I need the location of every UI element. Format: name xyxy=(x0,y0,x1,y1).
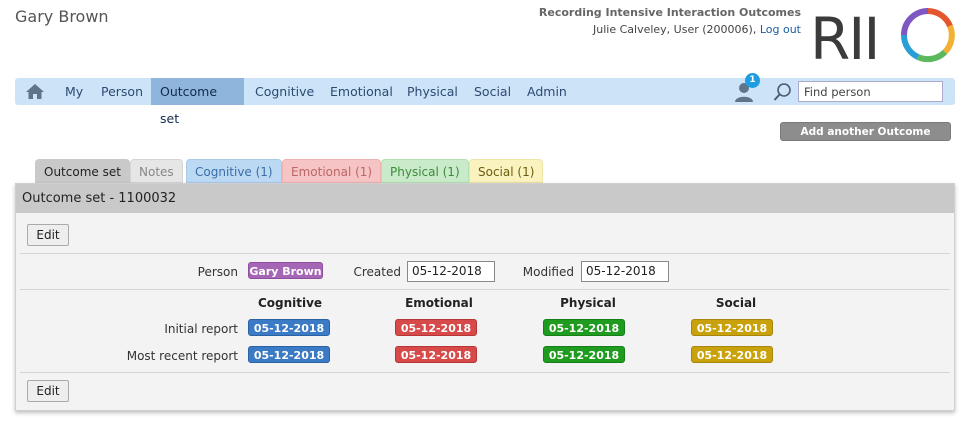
divider xyxy=(20,372,950,373)
initial-cognitive-chip[interactable]: 05-12-2018 xyxy=(248,319,330,336)
recent-cognitive-chip[interactable]: 05-12-2018 xyxy=(248,346,330,363)
column-header-emotional: Emotional xyxy=(405,296,473,310)
row-label-recent: Most recent report xyxy=(126,349,238,363)
created-label: Created xyxy=(353,265,402,279)
logout-link[interactable]: Log out xyxy=(760,23,801,36)
search-icon[interactable] xyxy=(773,82,793,102)
notifications-user-icon[interactable]: 1 xyxy=(734,73,762,105)
recent-physical-chip[interactable]: 05-12-2018 xyxy=(543,346,625,363)
add-outcome-report-button[interactable]: Add another Outcome report xyxy=(780,122,951,157)
tab-notes[interactable]: Notes xyxy=(130,159,183,183)
created-field: 05-12-2018 xyxy=(407,261,495,282)
recent-social-chip[interactable]: 05-12-2018 xyxy=(691,346,773,363)
riio-ring-logo xyxy=(900,8,955,63)
column-header-social: Social xyxy=(715,296,757,310)
user-info: Julie Calveley, User (200006), Log out xyxy=(500,23,801,36)
user-text: Julie Calveley, User (200006), xyxy=(593,23,757,36)
panel-title: Outcome set - 1100032 xyxy=(16,184,954,213)
riio-logo: RII xyxy=(810,5,958,73)
row-label-initial: Initial report xyxy=(164,322,238,336)
outcome-set-panel: Outcome set - 1100032 Edit Person Gary B… xyxy=(15,183,955,411)
search-input[interactable] xyxy=(798,81,943,102)
tab-emotional[interactable]: Emotional (1) xyxy=(282,159,382,183)
initial-physical-chip[interactable]: 05-12-2018 xyxy=(543,319,625,336)
edit-button-bottom[interactable]: Edit xyxy=(27,380,69,402)
column-header-physical: Physical xyxy=(560,296,616,310)
logo-text: RII xyxy=(810,5,879,65)
nav-my[interactable]: My xyxy=(56,78,92,105)
main-navbar: My Person Outcome set Cognitive Emotiona… xyxy=(15,73,955,126)
nav-person[interactable]: Person xyxy=(92,78,152,105)
recent-emotional-chip[interactable]: 05-12-2018 xyxy=(395,346,477,363)
column-header-cognitive: Cognitive xyxy=(257,296,323,310)
notification-badge: 1 xyxy=(745,73,760,88)
nav-outcome-set[interactable]: Outcome set xyxy=(151,78,244,126)
nav-social[interactable]: Social xyxy=(465,78,520,105)
app-name: Recording Intensive Interaction Outcomes xyxy=(538,6,801,19)
home-icon[interactable] xyxy=(25,82,45,101)
divider xyxy=(20,253,950,254)
nav-admin[interactable]: Admin xyxy=(518,78,576,105)
tab-social[interactable]: Social (1) xyxy=(469,159,544,183)
page-title: Gary Brown xyxy=(15,7,109,26)
tab-physical[interactable]: Physical (1) xyxy=(381,159,469,183)
nav-emotional[interactable]: Emotional xyxy=(321,78,402,105)
tab-cognitive[interactable]: Cognitive (1) xyxy=(186,159,282,183)
modified-label: Modified xyxy=(522,265,574,279)
edit-button-top[interactable]: Edit xyxy=(27,224,69,246)
nav-physical[interactable]: Physical xyxy=(398,78,467,105)
nav-cognitive[interactable]: Cognitive xyxy=(246,78,323,105)
initial-emotional-chip[interactable]: 05-12-2018 xyxy=(395,319,477,336)
initial-social-chip[interactable]: 05-12-2018 xyxy=(691,319,773,336)
tab-outcome-set[interactable]: Outcome set xyxy=(35,159,130,183)
modified-field: 05-12-2018 xyxy=(581,261,669,282)
divider xyxy=(20,289,950,290)
person-chip[interactable]: Gary Brown xyxy=(248,262,323,279)
person-label: Person xyxy=(197,265,238,279)
